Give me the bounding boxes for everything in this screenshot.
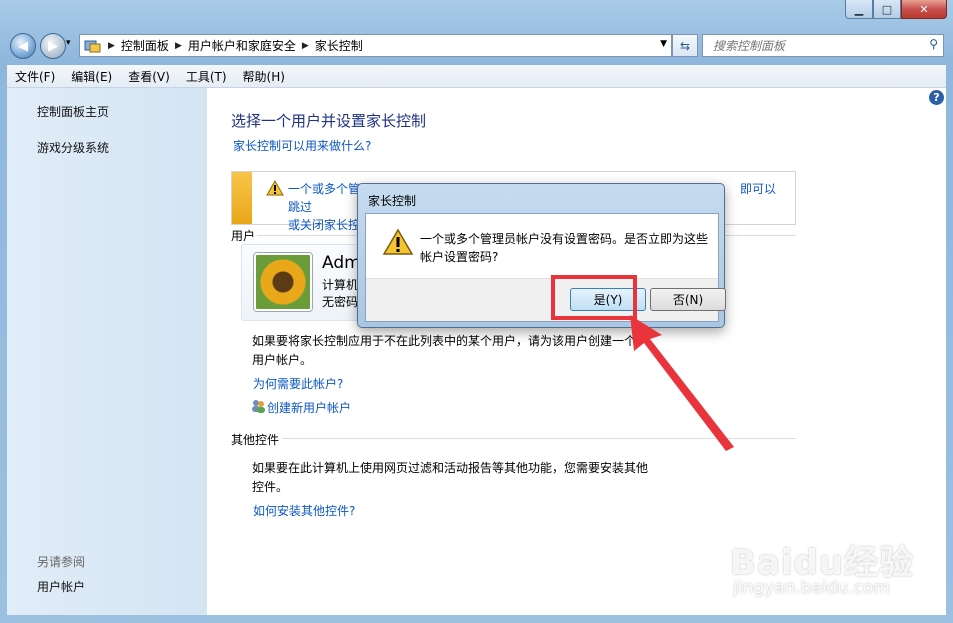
sidebar-item-game-ratings[interactable]: 游戏分级系统 bbox=[37, 139, 109, 156]
breadcrumb-user-accounts[interactable]: 用户帐户和家庭安全 bbox=[188, 37, 296, 54]
refresh-icon: ⇆ bbox=[679, 38, 691, 53]
search-box[interactable]: ⚲ bbox=[702, 34, 944, 57]
address-bar[interactable]: ▶ 控制面板 ▶ 用户帐户和家庭安全 ▶ 家长控制 ▼ bbox=[79, 34, 672, 57]
breadcrumb-separator-icon: ▶ bbox=[301, 40, 309, 51]
dialog-message-line2: 帐户设置密码? bbox=[420, 250, 499, 264]
history-dropdown-icon[interactable]: ▾ bbox=[66, 38, 71, 48]
parental-controls-dialog: 家长控制 一个或多个管理员帐户没有设置密码。是否立即为这些 帐户设置密码? 是(… bbox=[357, 183, 726, 328]
menu-file[interactable]: 文件(F) bbox=[7, 68, 63, 85]
search-input[interactable] bbox=[711, 37, 915, 54]
other-controls-heading: 其他控件 bbox=[231, 433, 280, 447]
user-password-status: 无密码 bbox=[322, 295, 359, 309]
sidebar-item-user-accounts[interactable]: 用户帐户 bbox=[37, 578, 85, 595]
breadcrumb-parental-controls[interactable]: 家长控制 bbox=[315, 37, 363, 54]
help-icon[interactable]: ? bbox=[929, 90, 944, 105]
breadcrumb-separator-icon: ▶ bbox=[108, 40, 115, 51]
user-name: Adm bbox=[322, 253, 361, 273]
users-icon bbox=[252, 400, 265, 413]
dialog-body: 一个或多个管理员帐户没有设置密码。是否立即为这些 帐户设置密码? 是(Y) 否(… bbox=[365, 213, 726, 322]
other-desc-line1: 如果要在此计算机上使用网页过滤和活动报告等其他功能，您需要安装其他 bbox=[252, 461, 649, 475]
create-desc-line1: 如果要将家长控制应用于不在此列表中的某个用户，请为该用户创建一个 bbox=[252, 334, 637, 348]
search-icon[interactable]: ⚲ bbox=[929, 37, 938, 51]
sidebar: 控制面板主页 游戏分级系统 另请参阅 用户帐户 bbox=[7, 88, 207, 615]
close-button[interactable]: ✕ bbox=[901, 0, 947, 19]
warning-icon bbox=[266, 180, 284, 196]
caption-buttons: ▁ □ ✕ bbox=[845, 0, 947, 20]
menu-tools[interactable]: 工具(T) bbox=[178, 68, 235, 85]
warning-link-start[interactable]: 一个或多个管 bbox=[288, 182, 360, 196]
user-type: 计算机 bbox=[322, 278, 359, 292]
address-dropdown-icon[interactable]: ▼ bbox=[660, 39, 667, 49]
see-also-heading: 另请参阅 bbox=[37, 555, 86, 569]
breadcrumb-separator-icon: ▶ bbox=[174, 40, 182, 51]
warning-icon bbox=[382, 228, 414, 255]
what-can-parental-controls-do-link[interactable]: 家长控制可以用来做什么? bbox=[233, 137, 371, 154]
avatar bbox=[254, 253, 312, 311]
create-new-account-link[interactable]: 创建新用户帐户 bbox=[267, 399, 351, 416]
warning-bar bbox=[232, 172, 252, 224]
back-arrow-icon: ◀ bbox=[18, 38, 28, 54]
users-section-heading: 用户 bbox=[231, 229, 256, 243]
minimize-button[interactable]: ▁ bbox=[845, 0, 873, 19]
menu-view[interactable]: 查看(V) bbox=[120, 68, 178, 85]
warning-link-line2[interactable]: 或关闭家长控 bbox=[288, 218, 360, 232]
create-desc-line2: 用户帐户。 bbox=[252, 353, 313, 367]
menu-edit[interactable]: 编辑(E) bbox=[63, 68, 120, 85]
why-need-account-link[interactable]: 为何需要此帐户? bbox=[253, 375, 343, 392]
control-panel-icon bbox=[84, 40, 101, 52]
menu-bar: 文件(F) 编辑(E) 查看(V) 工具(T) 帮助(H) bbox=[7, 65, 946, 88]
other-controls-description: 如果要在此计算机上使用网页过滤和活动报告等其他功能，您需要安装其他 控件。 bbox=[252, 459, 682, 497]
menu-help[interactable]: 帮助(H) bbox=[235, 68, 293, 85]
sidebar-item-control-panel-home[interactable]: 控制面板主页 bbox=[37, 103, 109, 120]
no-button[interactable]: 否(N) bbox=[650, 288, 726, 311]
other-desc-line2: 控件。 bbox=[252, 480, 289, 494]
window-bottom-edge bbox=[0, 615, 953, 623]
forward-arrow-icon: ▶ bbox=[48, 38, 58, 54]
dialog-message-line1: 一个或多个管理员帐户没有设置密码。是否立即为这些 bbox=[420, 232, 709, 246]
page-title: 选择一个用户并设置家长控制 bbox=[231, 112, 427, 130]
create-account-description: 如果要将家长控制应用于不在此列表中的某个用户，请为该用户创建一个 用户帐户。 bbox=[252, 332, 672, 370]
refresh-button[interactable]: ⇆ bbox=[672, 34, 698, 57]
how-install-controls-link[interactable]: 如何安装其他控件? bbox=[253, 502, 355, 519]
watermark: Baidu经验 bbox=[730, 543, 915, 583]
maximize-button[interactable]: □ bbox=[873, 0, 901, 19]
dialog-title: 家长控制 bbox=[368, 194, 417, 208]
red-arrow-annotation bbox=[630, 315, 734, 451]
breadcrumb-control-panel[interactable]: 控制面板 bbox=[121, 37, 169, 54]
forward-button[interactable]: ▶ bbox=[40, 33, 66, 59]
back-button[interactable]: ◀ bbox=[10, 33, 36, 59]
watermark-url: jingyan.baidu.com bbox=[733, 578, 890, 598]
dialog-message: 一个或多个管理员帐户没有设置密码。是否立即为这些 帐户设置密码? bbox=[420, 230, 710, 266]
